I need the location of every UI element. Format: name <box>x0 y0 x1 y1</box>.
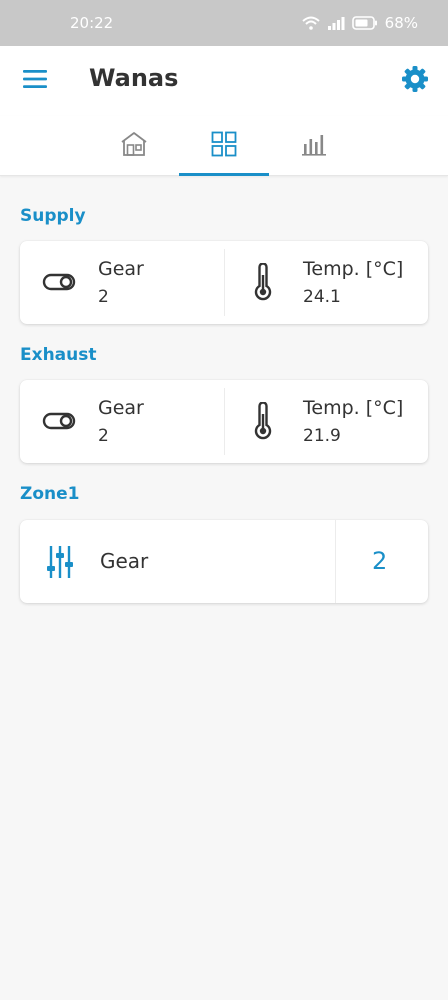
status-time: 20:22 <box>70 14 114 32</box>
exhaust-gear-value: 2 <box>98 426 109 446</box>
house-icon <box>120 131 148 161</box>
tab-home[interactable] <box>89 116 179 176</box>
thermometer-icon <box>252 402 274 440</box>
supply-temp-value: 24.1 <box>303 287 341 307</box>
hamburger-menu-icon <box>23 70 47 92</box>
divider <box>224 249 225 316</box>
zone1-gear-label: Gear <box>100 549 149 573</box>
signal-icon <box>327 16 345 30</box>
supply-card[interactable]: Gear 2 Temp. [°C] 24.1 <box>20 241 428 324</box>
section-title-zone1: Zone1 <box>20 484 80 504</box>
tab-bar <box>0 116 448 176</box>
status-icons: 68% <box>301 14 418 32</box>
divider <box>335 520 336 603</box>
exhaust-temp-label: Temp. [°C] <box>303 397 404 419</box>
tab-statistics[interactable] <box>269 116 359 176</box>
section-title-exhaust: Exhaust <box>20 345 97 365</box>
toggle-icon <box>42 410 76 432</box>
supply-temp-label: Temp. [°C] <box>303 258 404 280</box>
grid-icon <box>211 131 237 161</box>
app-bar: Wanas <box>0 46 448 116</box>
battery-percent: 68% <box>384 14 418 32</box>
zone1-card[interactable]: Gear 2 <box>20 520 428 603</box>
status-bar: 20:22 68% <box>0 0 448 46</box>
menu-button[interactable] <box>20 66 50 96</box>
battery-icon <box>351 16 378 30</box>
supply-gear-value: 2 <box>98 287 109 307</box>
wifi-icon <box>301 16 320 30</box>
gear-icon <box>401 65 429 97</box>
bar-chart-icon <box>301 132 327 160</box>
tab-dashboard[interactable] <box>179 116 269 176</box>
divider <box>224 388 225 455</box>
exhaust-card[interactable]: Gear 2 Temp. [°C] 21.9 <box>20 380 428 463</box>
toggle-icon <box>42 271 76 293</box>
exhaust-temp-value: 21.9 <box>303 426 341 446</box>
thermometer-icon <box>252 263 274 301</box>
zone1-gear-value[interactable]: 2 <box>372 547 387 575</box>
exhaust-gear-label: Gear <box>98 397 144 419</box>
page-title: Wanas <box>89 64 179 92</box>
supply-gear-label: Gear <box>98 258 144 280</box>
section-title-supply: Supply <box>20 206 86 226</box>
settings-button[interactable] <box>400 66 430 96</box>
sliders-icon <box>46 544 74 580</box>
